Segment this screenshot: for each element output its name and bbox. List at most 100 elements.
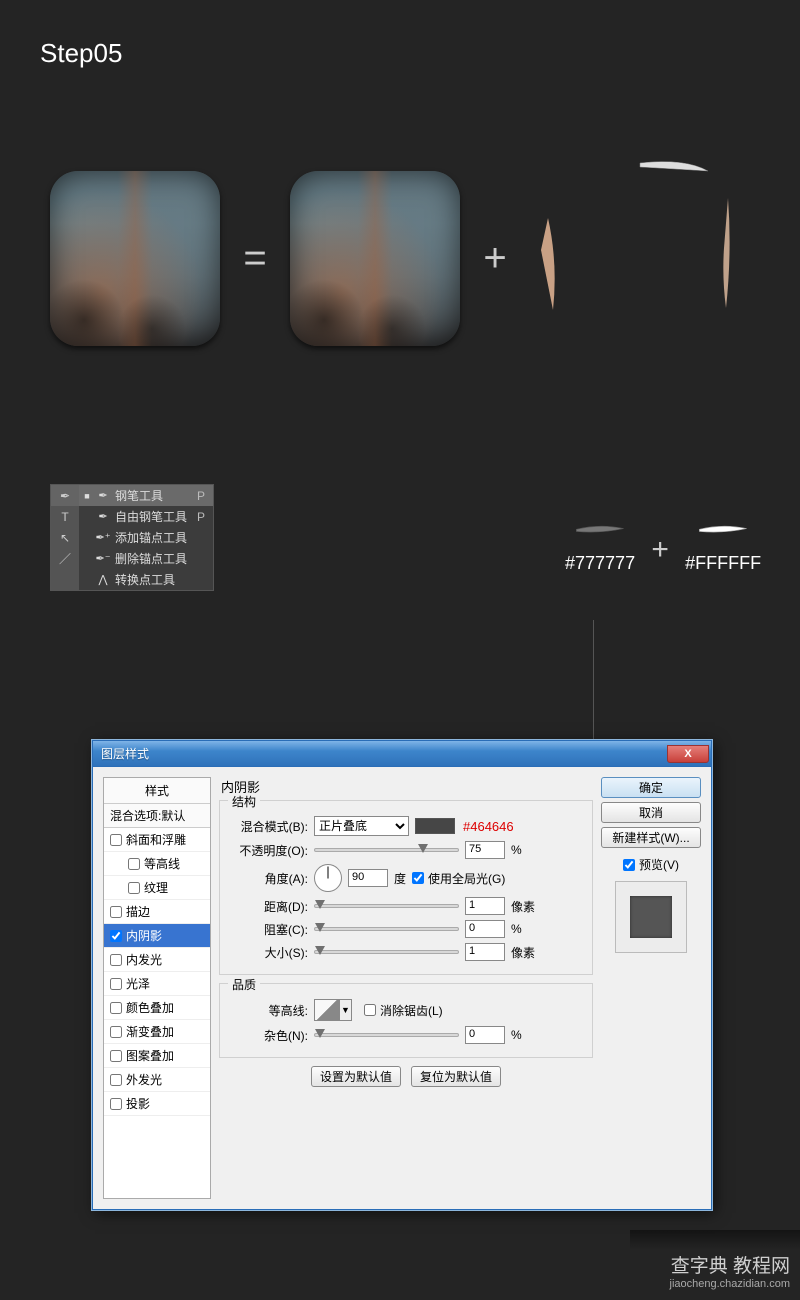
antialias-checkbox[interactable] xyxy=(364,1004,376,1016)
noise-slider[interactable] xyxy=(314,1033,459,1037)
styles-list: 样式 混合选项:默认 斜面和浮雕等高线纹理描边内阴影内发光光泽颜色叠加渐变叠加图… xyxy=(103,777,211,1199)
style-row[interactable]: 内发光 xyxy=(104,948,210,972)
noise-unit: % xyxy=(511,1028,522,1042)
color-swatch[interactable] xyxy=(415,818,455,834)
angle-input[interactable]: 90 xyxy=(348,869,388,887)
style-label: 外发光 xyxy=(126,1071,162,1088)
swatch-right-label: #FFFFFF xyxy=(685,553,761,574)
pen-tool-item[interactable]: ■ ✒ 钢笔工具 P xyxy=(79,485,213,506)
structure-legend: 结构 xyxy=(228,793,260,810)
tool-type-icon[interactable]: T xyxy=(51,506,79,527)
contour-swatch[interactable] xyxy=(314,999,340,1021)
dialog-title: 图层样式 xyxy=(101,745,149,762)
style-row[interactable]: 渐变叠加 xyxy=(104,1020,210,1044)
pen-tool-flyout: ✒ T ↖ ／ ■ ✒ 钢笔工具 P ✒ 自由钢笔工具 P ✒⁺ 添加锚点工具 … xyxy=(50,484,214,591)
style-checkbox[interactable] xyxy=(110,1050,122,1062)
style-row[interactable]: 投影 xyxy=(104,1092,210,1116)
contour-dropdown-icon[interactable]: ▼ xyxy=(340,999,352,1021)
style-label: 纹理 xyxy=(144,879,168,896)
preview-checkbox[interactable] xyxy=(623,859,635,871)
center-panel: 内阴影 结构 混合模式(B): 正片叠底 #464646 不透明度(O): xyxy=(219,777,593,1199)
style-checkbox[interactable] xyxy=(110,1098,122,1110)
style-checkbox[interactable] xyxy=(128,858,140,870)
add-anchor-icon: ✒⁺ xyxy=(95,531,111,544)
tool-path-select-icon[interactable]: ↖ xyxy=(51,527,79,548)
size-row: 大小(S): 1 像素 xyxy=(232,943,580,961)
style-row[interactable]: 描边 xyxy=(104,900,210,924)
style-checkbox[interactable] xyxy=(128,882,140,894)
ok-button[interactable]: 确定 xyxy=(601,777,701,798)
color-annotation: #464646 xyxy=(463,819,514,834)
style-row[interactable]: 外发光 xyxy=(104,1068,210,1092)
freeform-pen-item[interactable]: ✒ 自由钢笔工具 P xyxy=(79,506,213,527)
style-label: 光泽 xyxy=(126,975,150,992)
styles-header[interactable]: 样式 xyxy=(104,778,210,804)
choke-slider[interactable] xyxy=(314,927,459,931)
convert-point-item[interactable]: ⋀ 转换点工具 xyxy=(79,569,213,590)
style-label: 描边 xyxy=(126,903,150,920)
noise-label: 杂色(N): xyxy=(232,1027,308,1044)
close-button[interactable]: X xyxy=(667,745,709,763)
size-slider[interactable] xyxy=(314,950,459,954)
opacity-label: 不透明度(O): xyxy=(232,842,308,859)
blend-mode-label: 混合模式(B): xyxy=(232,818,308,835)
quality-group: 品质 等高线: ▼ 消除锯齿(L) 杂色(N): xyxy=(219,983,593,1058)
distance-input[interactable]: 1 xyxy=(465,897,505,915)
tool-label: 转换点工具 xyxy=(115,571,187,588)
angle-dial[interactable] xyxy=(314,864,342,892)
style-label: 渐变叠加 xyxy=(126,1023,174,1040)
blend-mode-select[interactable]: 正片叠底 xyxy=(314,816,409,836)
delete-anchor-item[interactable]: ✒⁻ 删除锚点工具 xyxy=(79,548,213,569)
size-label: 大小(S): xyxy=(232,944,308,961)
reset-default-button[interactable]: 复位为默认值 xyxy=(411,1066,501,1087)
opacity-unit: % xyxy=(511,843,522,857)
angle-row: 角度(A): 90 度 使用全局光(G) xyxy=(232,864,580,892)
opacity-input[interactable]: 75 xyxy=(465,841,505,859)
freeform-pen-icon: ✒ xyxy=(95,510,111,523)
preview-box xyxy=(615,881,687,953)
global-light-checkbox[interactable] xyxy=(412,872,424,884)
preview-check[interactable]: 预览(V) xyxy=(601,856,701,873)
choke-unit: % xyxy=(511,922,522,936)
style-row[interactable]: 颜色叠加 xyxy=(104,996,210,1020)
tool-strip: ✒ T ↖ ／ xyxy=(51,485,79,590)
angle-label: 角度(A): xyxy=(232,870,308,887)
cancel-button[interactable]: 取消 xyxy=(601,802,701,823)
global-light-check[interactable]: 使用全局光(G) xyxy=(412,870,505,887)
swatch-left: #777777 xyxy=(565,525,635,574)
set-default-button[interactable]: 设置为默认值 xyxy=(311,1066,401,1087)
panel-title: 内阴影 xyxy=(219,777,593,796)
style-checkbox[interactable] xyxy=(110,834,122,846)
tool-pen-icon[interactable]: ✒ xyxy=(51,485,79,506)
blend-options-label: 混合选项:默认 xyxy=(110,807,185,824)
connector-line xyxy=(593,620,594,755)
style-row[interactable]: 斜面和浮雕 xyxy=(104,828,210,852)
add-anchor-item[interactable]: ✒⁺ 添加锚点工具 xyxy=(79,527,213,548)
choke-input[interactable]: 0 xyxy=(465,920,505,938)
contour-label: 等高线: xyxy=(232,1002,308,1019)
base-tile xyxy=(290,171,460,346)
noise-input[interactable]: 0 xyxy=(465,1026,505,1044)
style-row[interactable]: 内阴影 xyxy=(104,924,210,948)
style-checkbox[interactable] xyxy=(110,1074,122,1086)
style-row[interactable]: 等高线 xyxy=(104,852,210,876)
blend-options-row[interactable]: 混合选项:默认 xyxy=(104,804,210,828)
antialias-check[interactable]: 消除锯齿(L) xyxy=(364,1002,443,1019)
new-style-button[interactable]: 新建样式(W)... xyxy=(601,827,701,848)
style-checkbox[interactable] xyxy=(110,954,122,966)
style-checkbox[interactable] xyxy=(110,1026,122,1038)
style-row[interactable]: 纹理 xyxy=(104,876,210,900)
dialog-titlebar[interactable]: 图层样式 X xyxy=(93,741,711,767)
dialog-right-column: 确定 取消 新建样式(W)... 预览(V) xyxy=(601,777,701,1199)
style-row[interactable]: 图案叠加 xyxy=(104,1044,210,1068)
style-checkbox[interactable] xyxy=(110,1002,122,1014)
style-checkbox[interactable] xyxy=(110,930,122,942)
style-checkbox[interactable] xyxy=(110,978,122,990)
opacity-slider[interactable] xyxy=(314,848,459,852)
tool-line-icon[interactable]: ／ xyxy=(51,548,79,569)
style-row[interactable]: 光泽 xyxy=(104,972,210,996)
distance-slider[interactable] xyxy=(314,904,459,908)
style-checkbox[interactable] xyxy=(110,906,122,918)
size-input[interactable]: 1 xyxy=(465,943,505,961)
default-buttons-row: 设置为默认值 复位为默认值 xyxy=(219,1066,593,1087)
